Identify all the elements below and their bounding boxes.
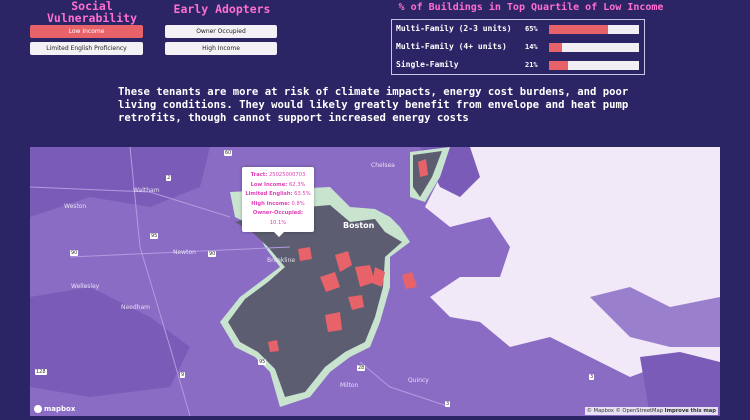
bar-track — [549, 43, 639, 52]
tooltip-owner-label: Owner-Occupied: — [252, 210, 304, 216]
route-shield: 9 — [180, 372, 186, 378]
map-label-quincy: Quincy — [408, 377, 429, 384]
tooltip-tract-label: Tract: — [250, 172, 268, 178]
tooltip-tract-value: 25025000703 — [269, 172, 306, 178]
bar-track — [549, 25, 639, 34]
route-shield: 2 — [166, 175, 172, 181]
mapbox-logo-icon — [34, 405, 42, 413]
route-shield: 128 — [35, 369, 47, 375]
building-type-bars: Multi-Family (2-3 units) 65% Multi-Famil… — [391, 19, 645, 75]
map-label-milton: Milton — [340, 382, 359, 389]
bar-row-multi-4plus: Multi-Family (4+ units) 14% — [392, 40, 644, 56]
route-shield: 95 — [150, 233, 159, 239]
bars-title: % of Buildings in Top Quartile of Low In… — [398, 2, 664, 13]
route-shield: 90 — [208, 251, 217, 257]
map-label-newton: Newton — [173, 249, 196, 256]
low-income-button[interactable]: Low Income — [30, 25, 143, 38]
bar-fill — [549, 43, 562, 52]
tooltip-high-value: 0.8% — [291, 200, 305, 207]
bar-row-single-family: Single-Family 21% — [392, 58, 644, 74]
map-label-chelsea: Chelsea — [371, 162, 395, 169]
map-label-boston: Boston — [343, 221, 375, 230]
map-label-wellesley: Wellesley — [71, 283, 100, 290]
bar-label: Single-Family — [396, 60, 459, 69]
tooltip-english-label: Limited English: — [245, 191, 293, 197]
bar-percent: 14% — [525, 43, 538, 51]
route-shield: 3 — [589, 374, 595, 380]
bar-row-multi-2-3: Multi-Family (2-3 units) 65% — [392, 22, 644, 38]
attribution-text: © Mapbox © OpenStreetMap — [586, 408, 663, 414]
route-shield: 95 — [258, 359, 267, 365]
route-shield: 28 — [357, 365, 366, 371]
tooltip-low-value: 62.3% — [288, 181, 306, 188]
bar-track — [549, 61, 639, 70]
tooltip-limited-english: Limited English: 63.5% — [245, 190, 311, 200]
map-label-waltham: Waltham — [133, 187, 160, 194]
tooltip-high-income: High Income: 0.8% — [245, 200, 311, 210]
mapbox-logo[interactable]: mapbox — [34, 405, 75, 413]
bar-percent: 65% — [525, 25, 538, 33]
tract-tooltip: Tract: 25025000703 Low Income: 62.3% Lim… — [242, 167, 314, 237]
early-adopters-title: Early Adopters — [173, 2, 271, 16]
tooltip-low-label: Low Income: — [250, 181, 288, 188]
map-label-needham: Needham — [121, 304, 151, 311]
bar-percent: 21% — [525, 61, 538, 69]
route-shield: 60 — [224, 150, 233, 156]
tooltip-owner-value: 10.1% — [269, 219, 287, 226]
bar-fill — [549, 25, 608, 34]
mapbox-logo-text: mapbox — [44, 405, 76, 413]
map-label-brookline: Brookline — [267, 257, 296, 264]
bar-label: Multi-Family (4+ units) — [396, 42, 507, 51]
map-label-weston: Weston — [64, 203, 87, 210]
route-shield: 90 — [70, 250, 79, 256]
bar-label: Multi-Family (2-3 units) — [396, 24, 512, 33]
map-canvas[interactable]: Chelsea Waltham Weston Newton Brookline … — [30, 147, 720, 416]
bar-fill — [549, 61, 568, 70]
map-attribution[interactable]: © Mapbox © OpenStreetMap Improve this ma… — [584, 407, 718, 415]
limited-english-button[interactable]: Limited English Proficiency — [30, 42, 143, 55]
tooltip-low-income: Low Income: 62.3% — [245, 181, 311, 191]
tooltip-tract: Tract: 25025000703 — [245, 171, 311, 181]
route-shield: 3 — [445, 401, 451, 407]
owner-occupied-button[interactable]: Owner Occupied — [165, 25, 277, 38]
description-text: These tenants are more at risk of climat… — [118, 86, 629, 124]
tooltip-owner-occupied: Owner-Occupied: 10.1% — [245, 209, 311, 228]
improve-map-link[interactable]: Improve this map — [665, 408, 716, 414]
high-income-button[interactable]: High Income — [165, 42, 277, 55]
tooltip-english-value: 63.5% — [294, 191, 311, 197]
social-vulnerability-title: Social Vulnerability — [46, 0, 137, 25]
tooltip-high-label: High Income: — [251, 200, 290, 207]
